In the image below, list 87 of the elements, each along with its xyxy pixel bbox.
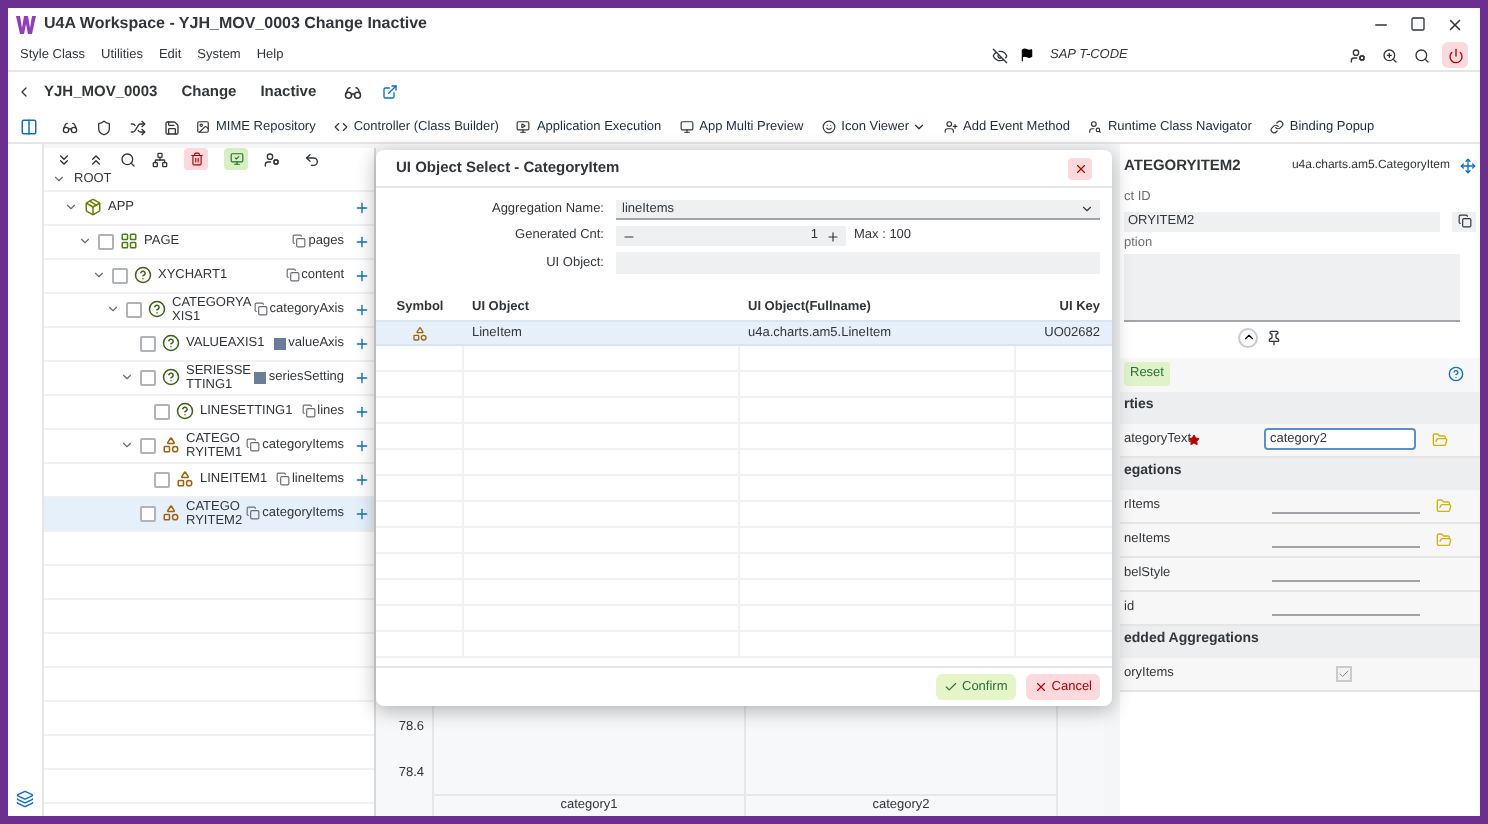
- shapes-icon: [412, 325, 428, 341]
- shuffle-icon[interactable]: [130, 119, 146, 135]
- collapse-icon[interactable]: [64, 200, 78, 215]
- zoom-in-icon[interactable]: [1382, 47, 1398, 63]
- help-circle-icon: [134, 266, 152, 285]
- layers-icon[interactable]: [16, 790, 34, 808]
- window-title: U4A Workspace - YJH_MOV_0003 Change Inactive: [44, 12, 427, 36]
- link-icon: [1269, 120, 1284, 134]
- add-icon[interactable]: [354, 403, 370, 420]
- glasses-icon[interactable]: [62, 119, 78, 135]
- checkbox[interactable]: [98, 233, 114, 250]
- add-icon[interactable]: [354, 471, 370, 488]
- collapse-button[interactable]: [1238, 327, 1258, 347]
- add-icon[interactable]: [354, 301, 370, 318]
- collapse-icon[interactable]: [106, 302, 120, 317]
- chevron-up-icon: [1241, 330, 1255, 344]
- collapse-all-icon[interactable]: [88, 151, 104, 167]
- checkbox[interactable]: [140, 437, 156, 454]
- pin-icon[interactable]: [1266, 329, 1282, 345]
- package-icon: [84, 198, 102, 217]
- add-icon[interactable]: [354, 233, 370, 250]
- shield-icon[interactable]: [96, 119, 112, 135]
- app-logo-icon: [16, 15, 36, 33]
- move-icon[interactable]: [1460, 158, 1476, 174]
- checkbox[interactable]: [112, 267, 128, 284]
- search-icon[interactable]: [120, 151, 136, 167]
- code-icon: [333, 120, 348, 134]
- checkbox[interactable]: [126, 301, 142, 318]
- checkbox[interactable]: [140, 369, 156, 386]
- search-icon[interactable]: [1414, 47, 1430, 63]
- add-icon[interactable]: [354, 267, 370, 284]
- help-circle-icon: [162, 334, 180, 353]
- checkbox[interactable]: [1336, 665, 1352, 681]
- add-icon[interactable]: [354, 437, 370, 454]
- collapse-icon[interactable]: [120, 370, 134, 385]
- add-icon[interactable]: [354, 199, 370, 216]
- check-icon: [944, 680, 958, 694]
- close-icon: [1073, 161, 1087, 175]
- add-icon[interactable]: [354, 369, 370, 386]
- collapse-icon[interactable]: [52, 172, 66, 187]
- shapes-icon: [162, 504, 180, 523]
- glasses-icon[interactable]: [344, 83, 363, 101]
- check-icon: [1338, 667, 1350, 679]
- close-icon[interactable]: [1446, 15, 1464, 33]
- description-field[interactable]: [1124, 253, 1460, 321]
- add-icon[interactable]: [354, 335, 370, 352]
- flag-icon: [1020, 48, 1034, 62]
- user-settings-icon[interactable]: [264, 151, 280, 167]
- collapse-icon[interactable]: [120, 438, 134, 453]
- checkbox[interactable]: [140, 335, 156, 352]
- back-icon[interactable]: [16, 84, 32, 100]
- tree-icon[interactable]: [152, 151, 168, 167]
- user-settings-icon[interactable]: [1350, 47, 1366, 63]
- close-button[interactable]: [1068, 157, 1092, 179]
- help-circle-icon: [148, 300, 166, 319]
- help-icon[interactable]: [1448, 366, 1464, 382]
- eye-off-icon[interactable]: [992, 47, 1008, 63]
- checkbox[interactable]: [154, 471, 170, 488]
- delete-button[interactable]: [184, 148, 208, 170]
- user-plus-icon: [943, 120, 957, 134]
- external-link-icon[interactable]: [382, 84, 399, 100]
- help-circle-icon: [162, 368, 180, 387]
- collapse-icon[interactable]: [92, 268, 106, 283]
- shapes-icon: [162, 436, 180, 455]
- grid-icon: [120, 232, 138, 251]
- undo-icon[interactable]: [304, 151, 320, 167]
- copy-button[interactable]: [1452, 211, 1476, 232]
- caret-icon: [1080, 202, 1094, 216]
- close-icon: [1033, 680, 1048, 694]
- checkbox[interactable]: [154, 403, 170, 420]
- image-icon: [196, 120, 210, 134]
- plus-icon: [826, 229, 840, 243]
- add-icon[interactable]: [354, 505, 370, 522]
- help-circle-icon: [176, 402, 194, 421]
- expand-all-icon[interactable]: [56, 151, 72, 167]
- checkbox[interactable]: [140, 505, 156, 522]
- maximize-icon[interactable]: [1410, 16, 1426, 32]
- power-button[interactable]: [1442, 42, 1468, 68]
- monitor-icon: [679, 120, 694, 134]
- save-icon[interactable]: [164, 119, 180, 135]
- shapes-icon: [176, 470, 194, 489]
- user-search-icon: [1087, 120, 1102, 134]
- layout-icon[interactable]: [20, 118, 38, 136]
- collapse-icon[interactable]: [78, 234, 92, 249]
- smiley-icon: [821, 120, 836, 134]
- play-screen-icon: [516, 120, 531, 134]
- screen-button[interactable]: [224, 148, 248, 170]
